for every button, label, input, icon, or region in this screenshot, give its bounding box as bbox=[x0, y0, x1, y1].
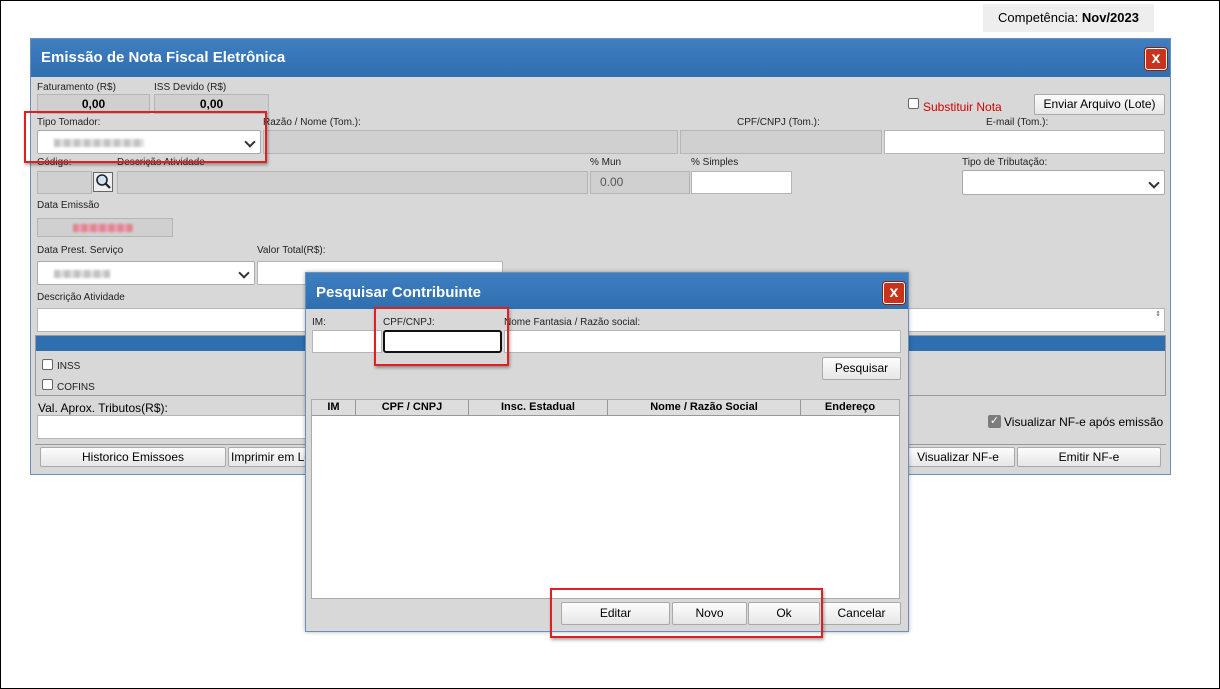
substituir-nota-label: Substituir Nota bbox=[923, 100, 1002, 114]
data-emissao-redacted bbox=[73, 224, 133, 232]
search-icon[interactable] bbox=[93, 172, 113, 192]
pct-simples-label: % Simples bbox=[691, 157, 739, 168]
visualizar-nfe-button[interactable]: Visualizar NF-e bbox=[901, 447, 1015, 467]
cpf-cnpj-tom-field[interactable] bbox=[680, 130, 882, 154]
data-prest-label: Data Prest. Serviço bbox=[37, 245, 124, 256]
main-titlebar: Emissão de Nota Fiscal Eletrônica x bbox=[31, 39, 1170, 77]
codigo-field[interactable] bbox=[37, 171, 92, 194]
main-title: Emissão de Nota Fiscal Eletrônica bbox=[41, 49, 286, 66]
enviar-arquivo-button[interactable]: Enviar Arquivo (Lote) bbox=[1034, 94, 1165, 115]
textarea-resize-icon: ⇕ bbox=[1155, 311, 1161, 318]
main-close-icon[interactable]: x bbox=[1145, 48, 1167, 70]
tipo-tributacao-label: Tipo de Tributação: bbox=[962, 157, 1048, 168]
imprimir-button[interactable]: Imprimir em Lo bbox=[228, 447, 316, 467]
dialog-close-icon[interactable]: x bbox=[883, 282, 905, 304]
results-table: IM CPF / CNPJ Insc. Estadual Nome / Razã… bbox=[311, 399, 900, 599]
visualizar-apos-label: Visualizar NF-e após emissão bbox=[1004, 415, 1164, 429]
faturamento-label: Faturamento (R$) bbox=[37, 82, 116, 93]
tipo-tributacao-select[interactable] bbox=[962, 170, 1165, 195]
chevron-down-icon bbox=[238, 267, 250, 279]
data-prest-select[interactable] bbox=[37, 261, 255, 285]
substituir-nota-checkbox[interactable] bbox=[908, 98, 919, 109]
chevron-down-icon bbox=[1148, 176, 1160, 189]
im-label: IM: bbox=[312, 317, 326, 328]
val-aprox-label: Val. Aprox. Tributos(R$): bbox=[38, 401, 168, 415]
iss-label: ISS Devido (R$) bbox=[154, 82, 227, 93]
cancelar-button[interactable]: Cancelar bbox=[822, 602, 901, 625]
email-tom-field[interactable] bbox=[884, 130, 1165, 154]
inss-checkbox[interactable] bbox=[42, 359, 53, 370]
cofins-checkbox[interactable] bbox=[42, 379, 53, 390]
razao-nome-label: Razão / Nome (Tom.): bbox=[263, 117, 361, 128]
nome-fantasia-label: Nome Fantasia / Razão social: bbox=[504, 317, 641, 328]
dialog-title: Pesquisar Contribuinte bbox=[316, 284, 482, 301]
highlight-cpf-cnpj bbox=[374, 307, 509, 366]
razao-nome-field[interactable] bbox=[263, 130, 678, 154]
email-tom-label: E-mail (Tom.): bbox=[986, 117, 1049, 128]
descricao-atividade-label: Descrição Atividade bbox=[37, 292, 125, 303]
column-header-nome: Nome / Razão Social bbox=[608, 400, 801, 415]
results-table-header: IM CPF / CNPJ Insc. Estadual Nome / Razã… bbox=[312, 400, 899, 416]
highlight-dialog-buttons bbox=[550, 588, 823, 638]
pct-simples-field[interactable] bbox=[691, 171, 792, 194]
data-emissao-label: Data Emissão bbox=[37, 200, 100, 211]
competencia-label: Competência: bbox=[998, 10, 1079, 25]
valor-total-label: Valor Total(R$): bbox=[257, 245, 326, 256]
nome-fantasia-field[interactable] bbox=[504, 330, 901, 353]
data-prest-redacted bbox=[54, 270, 110, 278]
cofins-label: COFINS bbox=[57, 382, 95, 393]
column-header-endereco: Endereço bbox=[824, 401, 876, 413]
inss-label: INSS bbox=[57, 361, 81, 372]
visualizar-apos-checkbox[interactable]: ✓ bbox=[988, 415, 1001, 428]
column-header-im: IM bbox=[312, 400, 356, 415]
pct-mun-value: 0.00 bbox=[590, 171, 690, 194]
historico-button[interactable]: Historico Emissoes bbox=[40, 447, 226, 467]
data-emissao-field bbox=[37, 218, 173, 237]
pesquisar-button[interactable]: Pesquisar bbox=[822, 357, 901, 380]
descricao-atividade-top-field[interactable] bbox=[117, 171, 588, 194]
column-header-cpf-cnpj: CPF / CNPJ bbox=[356, 400, 469, 415]
dialog-titlebar: Pesquisar Contribuinte x bbox=[306, 273, 908, 309]
im-field[interactable] bbox=[312, 330, 382, 353]
highlight-tipo-tomador bbox=[24, 111, 267, 163]
column-header-insc-estadual: Insc. Estadual bbox=[469, 400, 608, 415]
emitir-nfe-button[interactable]: Emitir NF-e bbox=[1017, 447, 1161, 467]
cpf-cnpj-tom-label: CPF/CNPJ (Tom.): bbox=[737, 117, 820, 128]
pct-mun-label: % Mun bbox=[590, 157, 622, 168]
val-aprox-field[interactable] bbox=[37, 415, 307, 439]
competencia-value: Nov/2023 bbox=[1081, 10, 1139, 25]
competencia-badge: Competência: Nov/2023 bbox=[983, 4, 1154, 32]
